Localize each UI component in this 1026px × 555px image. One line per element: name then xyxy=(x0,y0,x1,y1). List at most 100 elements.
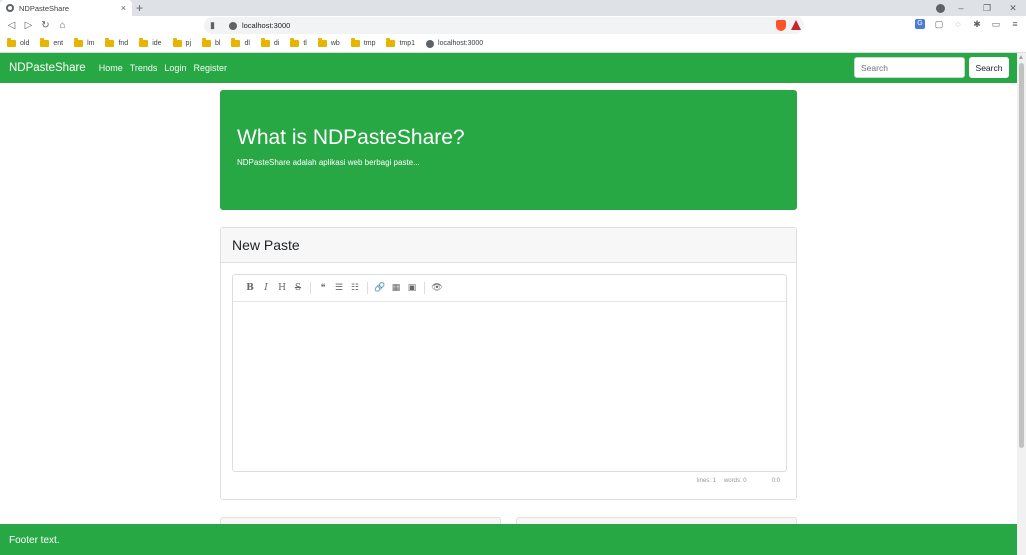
search-input[interactable] xyxy=(854,57,965,78)
editor-statusbar: lines: 1 words: 0 0:0 xyxy=(697,478,780,484)
folder-icon xyxy=(386,38,396,47)
restore-icon[interactable]: ❐ xyxy=(974,3,1000,14)
folder-icon xyxy=(317,38,327,47)
folder-icon xyxy=(74,38,84,47)
bookmark-folder[interactable]: ent xyxy=(40,38,64,47)
heading-icon[interactable]: H xyxy=(274,283,290,293)
brave-shield-icon[interactable] xyxy=(776,20,786,31)
bookmark-folder[interactable]: tl xyxy=(290,38,307,47)
translate-icon[interactable]: G xyxy=(915,19,925,29)
footer-text: Footer text. xyxy=(9,535,60,546)
tab-title: NDPasteShare xyxy=(19,3,70,13)
minimize-icon[interactable]: – xyxy=(948,3,974,13)
bookmark-label: localhost:3000 xyxy=(438,40,484,47)
site-navbar: NDPasteShare Home Trends Login Register … xyxy=(0,53,1017,83)
menu-icon[interactable]: ≡ xyxy=(1010,19,1020,29)
browser-tabstrip: NDPasteShare × + – ❐ ✕ xyxy=(0,0,1026,16)
scroll-up-icon[interactable] xyxy=(1019,55,1023,59)
puzzle-icon[interactable]: ✱ xyxy=(972,19,982,29)
extensions-area: G ▢ ◌ ✱ ▭ ≡ xyxy=(915,19,1020,29)
editor-textarea[interactable] xyxy=(233,302,786,472)
table-icon[interactable]: ▦ xyxy=(388,283,404,293)
bookmark-folder[interactable]: di xyxy=(260,38,280,47)
bookmark-label: ent xyxy=(53,40,64,47)
bookmark-label: ide xyxy=(152,40,162,47)
nav-link-register[interactable]: Register xyxy=(193,63,227,73)
bookmark-label: bl xyxy=(215,40,221,47)
quote-icon[interactable]: ❝ xyxy=(315,283,331,293)
reload-icon[interactable]: ↻ xyxy=(37,20,54,31)
toolbar-separator xyxy=(367,282,368,294)
bookmark-folder[interactable]: wb xyxy=(317,38,340,47)
unordered-list-icon[interactable]: ☰ xyxy=(331,283,347,293)
bookmark-label: tmp1 xyxy=(399,40,416,47)
search-form: Search xyxy=(854,57,1009,78)
home-icon[interactable]: ⌂ xyxy=(54,20,71,31)
bookmarks-bar: old ent lm fnd ide pj bl dl di tl wb tmp tmp1 localho… xyxy=(0,35,1026,52)
browser-tab[interactable]: NDPasteShare × xyxy=(0,0,132,16)
bookmark-folder[interactable]: pj xyxy=(172,38,191,47)
editor-toolbar: B I H S ❝ ☰ ☷ 🔗 ▦ ▣ 👁 xyxy=(233,275,786,302)
scrollbar-thumb[interactable] xyxy=(1019,63,1024,448)
favicon-icon xyxy=(6,4,14,12)
brave-rewards-icon[interactable] xyxy=(791,20,801,30)
bookmark-label: tmp xyxy=(363,40,376,47)
search-button[interactable]: Search xyxy=(969,57,1009,78)
new-tab-button[interactable]: + xyxy=(136,1,143,15)
profile-icon[interactable] xyxy=(936,4,945,13)
bookmark-label: wb xyxy=(330,40,340,47)
bookmark-label: tl xyxy=(303,40,307,47)
ordered-list-icon[interactable]: ☷ xyxy=(347,283,363,293)
bookmark-folder[interactable]: tmp1 xyxy=(386,38,416,47)
bookmark-folder[interactable]: tmp xyxy=(350,38,376,47)
preview-icon[interactable]: 👁 xyxy=(429,283,445,293)
back-icon[interactable]: ◁ xyxy=(3,20,20,31)
bookmark-folder[interactable]: fnd xyxy=(105,38,129,47)
folder-icon xyxy=(172,38,182,47)
nav-link-home[interactable]: Home xyxy=(99,63,123,73)
bookmark-label: fnd xyxy=(118,40,129,47)
brand-link[interactable]: NDPasteShare xyxy=(9,62,86,74)
globe-icon xyxy=(426,39,435,48)
nav-link-login[interactable]: Login xyxy=(164,63,186,73)
extension-icon[interactable]: ◌ xyxy=(953,19,963,29)
bookmark-label: old xyxy=(20,40,30,47)
browser-toolbar: ◁ ▷ ↻ ⌂ ▮ localhost:3000 G ▢ ◌ ✱ ▭ ≡ xyxy=(0,16,1026,35)
forward-icon[interactable]: ▷ xyxy=(20,20,37,31)
card-header: New Paste xyxy=(221,228,796,263)
strikethrough-icon[interactable]: S xyxy=(290,283,306,293)
jumbotron-text: NDPasteShare adalah aplikasi web berbagi… xyxy=(237,158,420,167)
image-icon[interactable]: ▣ xyxy=(404,283,420,293)
extension-icon[interactable]: ▢ xyxy=(934,19,944,29)
page-scrollbar[interactable] xyxy=(1017,53,1026,555)
wallet-icon[interactable]: ▭ xyxy=(991,19,1001,29)
site-info-icon[interactable] xyxy=(228,21,237,30)
italic-icon[interactable]: I xyxy=(258,283,274,293)
jumbotron-title: What is NDPasteShare? xyxy=(237,126,465,149)
window-controls: – ❐ ✕ xyxy=(948,0,1026,16)
bookmark-folder[interactable]: dl xyxy=(231,38,250,47)
folder-icon xyxy=(105,38,115,47)
bookmark-folder[interactable]: old xyxy=(7,38,30,47)
close-window-icon[interactable]: ✕ xyxy=(1000,3,1026,14)
bookmark-folder[interactable]: bl xyxy=(202,38,221,47)
tab-close-icon[interactable]: × xyxy=(121,3,126,13)
folder-icon xyxy=(350,38,360,47)
folder-icon xyxy=(290,38,300,47)
folder-icon xyxy=(139,38,149,47)
bookmark-label: lm xyxy=(87,40,95,47)
address-bar[interactable]: ▮ localhost:3000 xyxy=(204,17,804,34)
link-icon[interactable]: 🔗 xyxy=(372,283,388,293)
toolbar-separator xyxy=(424,282,425,294)
bookmark-label: di xyxy=(273,40,280,47)
bookmark-label: dl xyxy=(244,40,250,47)
bookmark-icon[interactable]: ▮ xyxy=(210,20,215,31)
bookmark-folder[interactable]: lm xyxy=(74,38,95,47)
bookmark-folder[interactable]: ide xyxy=(139,38,162,47)
words-count: words: 0 xyxy=(723,478,747,484)
bookmark-site[interactable]: localhost:3000 xyxy=(426,39,484,48)
toolbar-separator xyxy=(310,282,311,294)
bold-icon[interactable]: B xyxy=(242,283,258,293)
nav-link-trends[interactable]: Trends xyxy=(130,63,158,73)
folder-icon xyxy=(40,38,50,47)
